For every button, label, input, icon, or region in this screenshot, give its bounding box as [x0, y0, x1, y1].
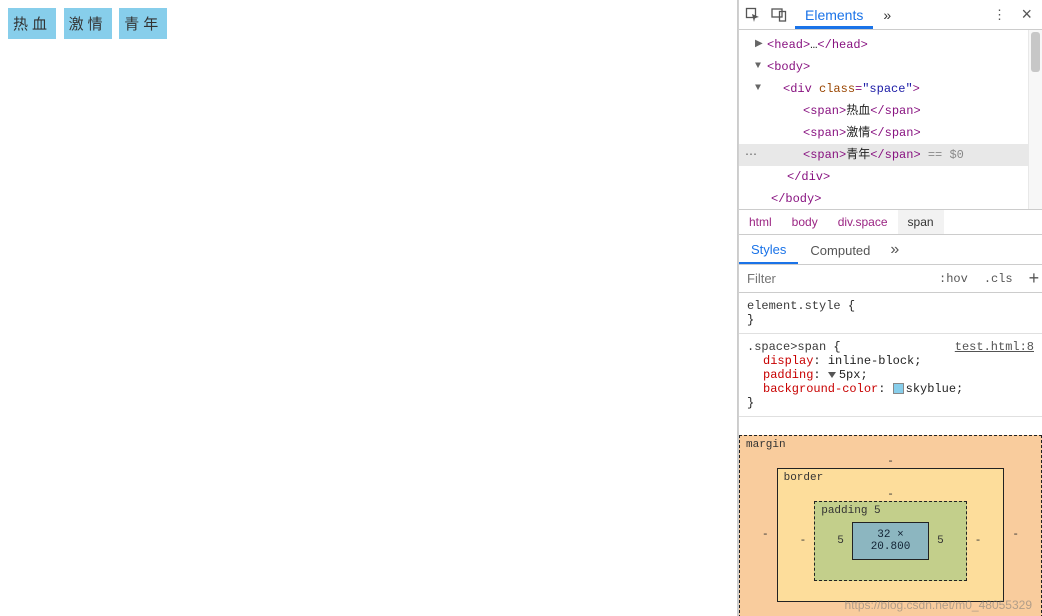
crumb-body[interactable]: body [782, 210, 828, 234]
dom-span1[interactable]: <span>热血</span> [803, 104, 921, 118]
device-icon[interactable] [769, 5, 789, 25]
dom-scrollbar[interactable] [1028, 30, 1042, 209]
tab-computed[interactable]: Computed [798, 236, 882, 263]
inspect-icon[interactable] [743, 5, 763, 25]
pill-2: 激情 [64, 8, 112, 39]
dom-span3-selected[interactable]: <span>青年</span> [803, 148, 921, 162]
crumb-html[interactable]: html [739, 210, 782, 234]
pill-1: 热血 [8, 8, 56, 39]
border-label: border [784, 472, 824, 484]
tab-more[interactable]: » [873, 0, 901, 29]
dom-body[interactable]: <body> [767, 60, 810, 74]
dom-body-close[interactable]: </body> [771, 192, 821, 206]
watermark: https://blog.csdn.net/m0_48055329 [845, 598, 1032, 612]
rendered-page: 热血 激情 青年 [0, 0, 738, 616]
close-icon[interactable]: × [1015, 4, 1038, 25]
cls-toggle[interactable]: .cls [976, 268, 1021, 290]
dom-div[interactable]: <div class="space"> [783, 82, 920, 96]
breadcrumb: html body div.space span [739, 210, 1042, 235]
margin-label: margin [746, 439, 786, 451]
crumb-div[interactable]: div.space [828, 210, 898, 234]
pill-3: 青年 [119, 8, 167, 39]
source-link[interactable]: test.html:8 [955, 340, 1034, 354]
devtools-toolbar: Elements » ⋮ × [739, 0, 1042, 30]
styles-filter-row: :hov .cls + [739, 265, 1042, 293]
filter-input[interactable] [739, 265, 931, 292]
tab-styles[interactable]: Styles [739, 235, 798, 264]
content-box: 32 × 20.800 [852, 522, 929, 560]
rule-space-span[interactable]: test.html:8 .space>span { display: inlin… [739, 334, 1042, 417]
expand-icon[interactable] [828, 372, 836, 378]
space-container: 热血 激情 青年 [8, 8, 729, 39]
dom-tree[interactable]: ▶ <head>…</head> ▼ <body> ▼ <div class="… [739, 30, 1042, 210]
devtools-panel: Elements » ⋮ × ▶ <head>…</head> ▼ <body>… [738, 0, 1042, 616]
padding-label: padding 5 [821, 505, 880, 517]
hov-toggle[interactable]: :hov [931, 268, 976, 290]
kebab-icon[interactable]: ⋮ [989, 5, 1009, 25]
new-rule-button[interactable]: + [1021, 268, 1042, 289]
dom-head[interactable]: <head> [767, 38, 810, 52]
dom-span2[interactable]: <span>激情</span> [803, 126, 921, 140]
styles-more-icon[interactable]: » [882, 241, 907, 259]
crumb-span[interactable]: span [898, 210, 944, 234]
box-model: margin - - border - - padding 5 [739, 417, 1042, 616]
tab-elements[interactable]: Elements [795, 0, 873, 29]
dom-div-close[interactable]: </div> [787, 170, 830, 184]
rule-element-style[interactable]: element.style { } [739, 293, 1042, 334]
styles-tabs: Styles Computed » [739, 235, 1042, 265]
color-swatch[interactable] [893, 383, 904, 394]
